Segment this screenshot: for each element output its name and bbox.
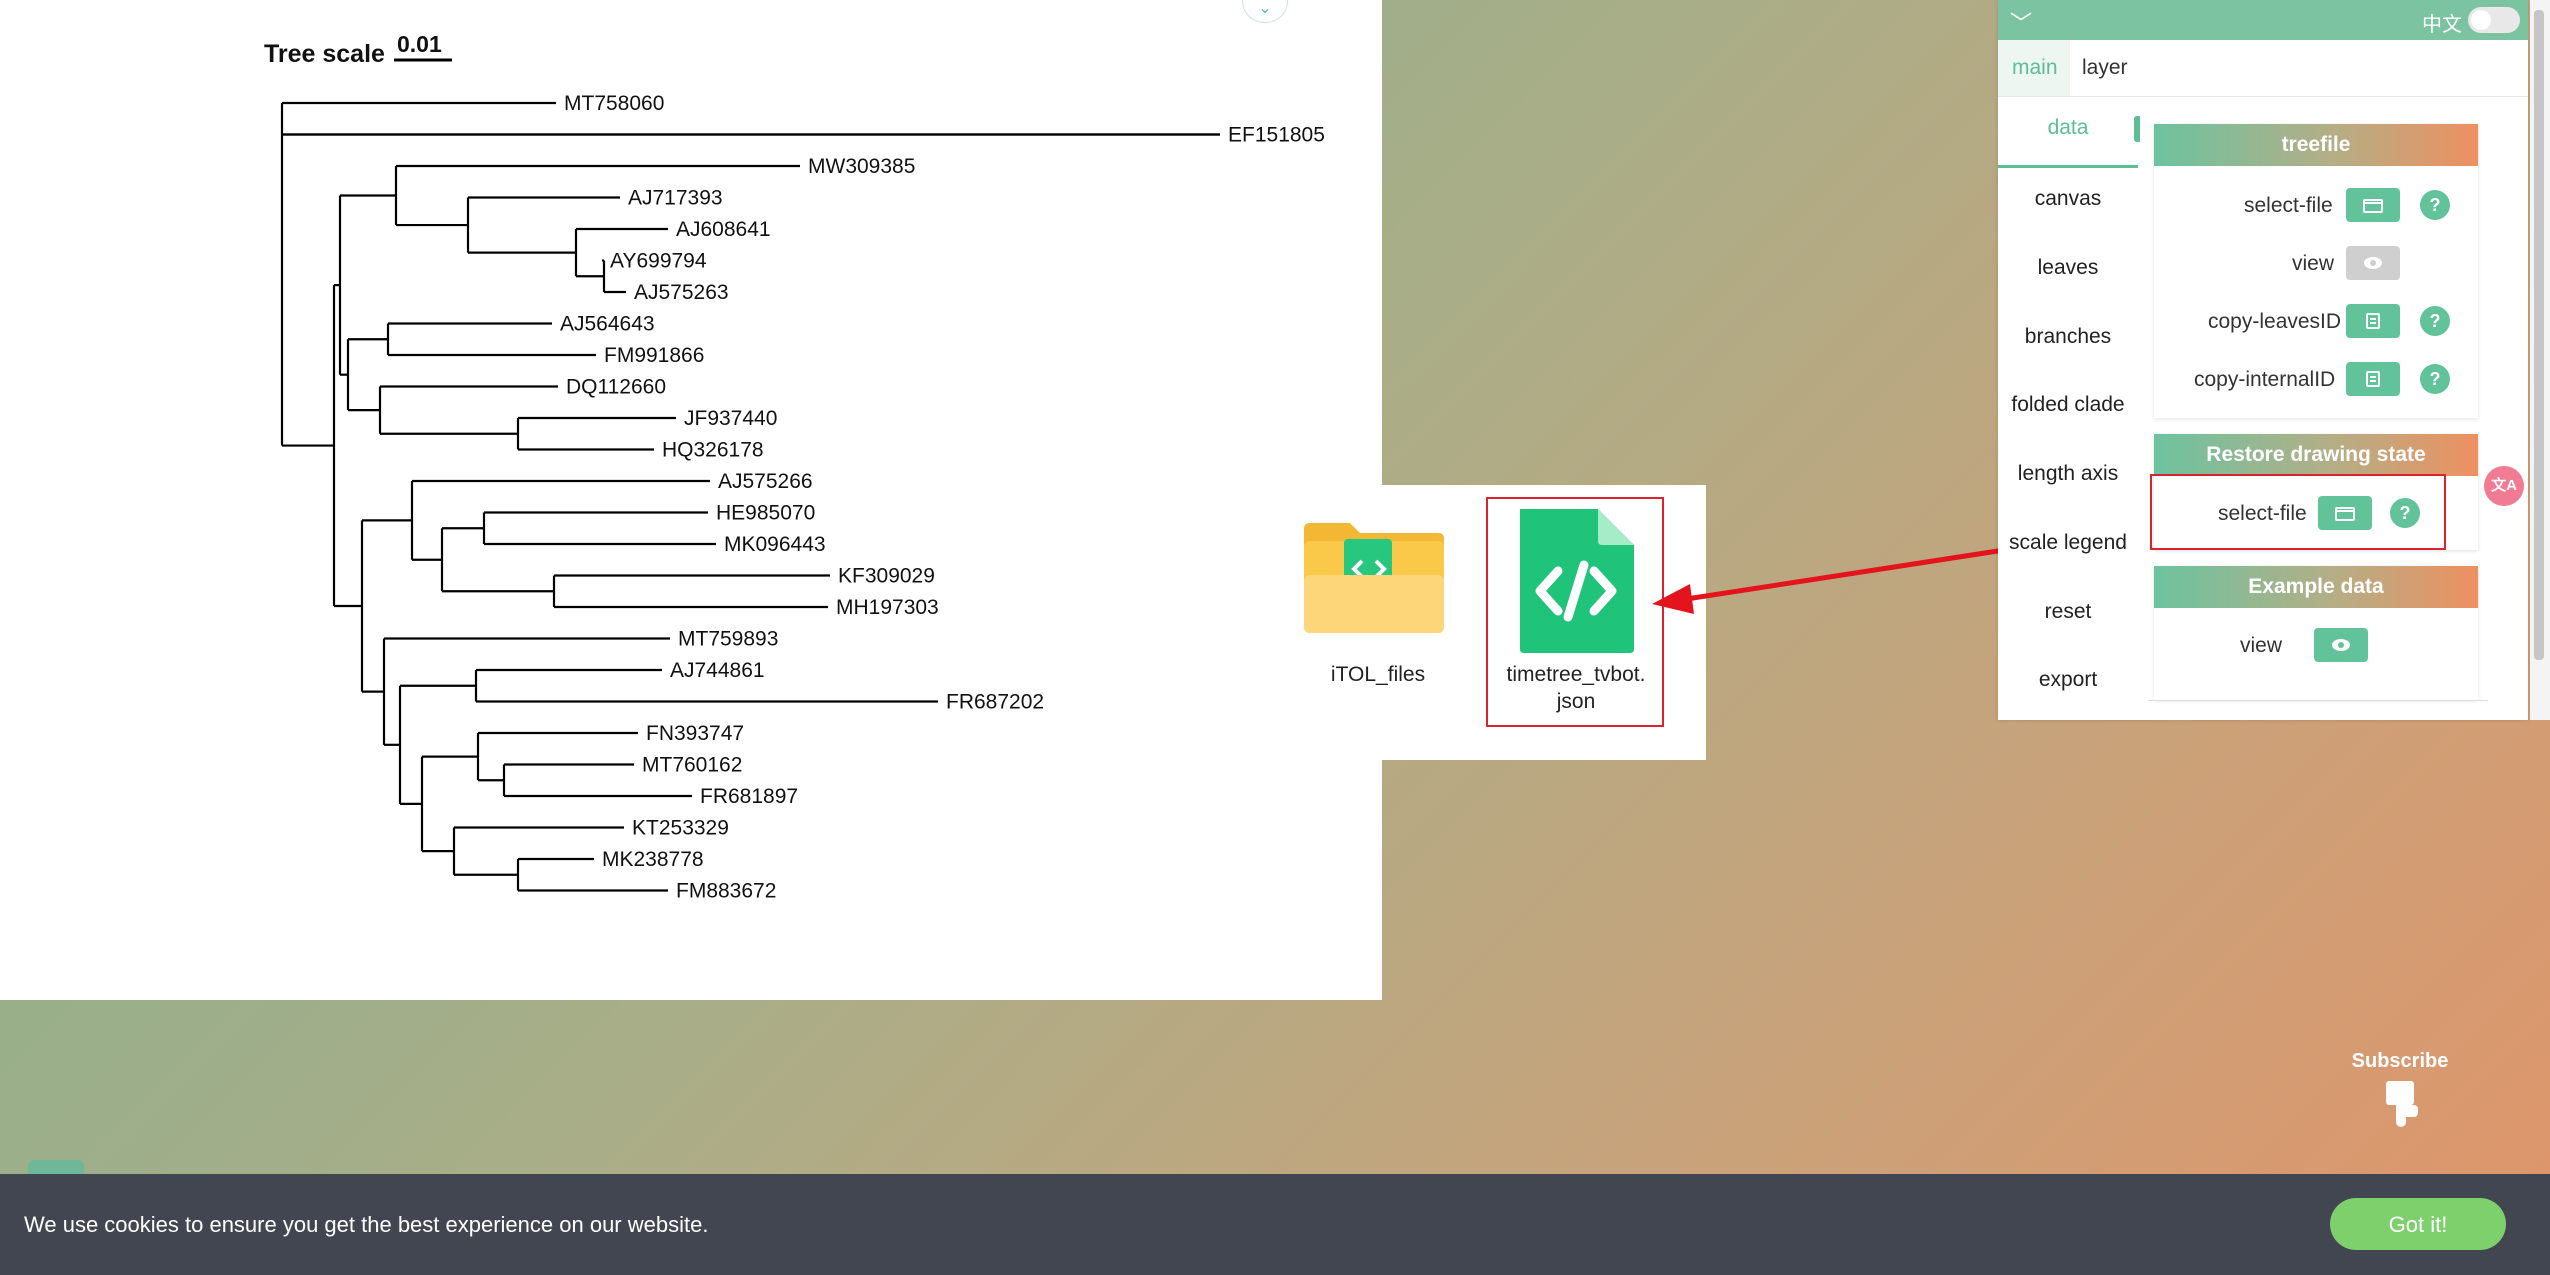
panel-header: ﹀ 中文 bbox=[1998, 0, 2528, 40]
horizontal-scrollbar[interactable] bbox=[2148, 700, 2488, 715]
treefile-select-file-label: select-file bbox=[2244, 194, 2333, 217]
folder-name: iTOL_files bbox=[1330, 663, 1426, 686]
json-file-name-line2: json bbox=[1556, 690, 1596, 713]
tab-main[interactable]: main bbox=[2012, 56, 2058, 80]
example-data-section: Example data view bbox=[2154, 566, 2478, 700]
tree-leaf-label: MK238778 bbox=[602, 848, 704, 871]
tree-scale-title: Tree scale bbox=[264, 40, 385, 68]
tree-leaf-label: FR681897 bbox=[700, 785, 798, 808]
copy-internal-help-icon[interactable]: ? bbox=[2420, 364, 2450, 394]
hand-pointer-icon bbox=[2386, 1081, 2418, 1127]
nav-scale-legend[interactable]: scale legend bbox=[1998, 531, 2138, 555]
nav-export[interactable]: export bbox=[1998, 668, 2138, 692]
nav-branches[interactable]: branches bbox=[1998, 325, 2138, 349]
tree-leaf-label: FM883672 bbox=[676, 880, 776, 903]
tree-leaf-label: AJ744861 bbox=[670, 659, 765, 682]
folder-open-icon bbox=[2363, 199, 2383, 213]
tree-leaf-label: KF309029 bbox=[838, 565, 935, 588]
json-file-name-line1: timetree_tvbot. bbox=[1506, 663, 1646, 686]
tree-leaf-label: MW309385 bbox=[808, 155, 915, 178]
treefile-select-help-icon[interactable]: ? bbox=[2420, 190, 2450, 220]
subscribe-label: Subscribe bbox=[2351, 1050, 2449, 1072]
example-data-title: Example data bbox=[2154, 566, 2478, 608]
example-view-button[interactable] bbox=[2314, 628, 2368, 662]
restore-state-title: Restore drawing state bbox=[2154, 434, 2478, 476]
tree-leaf-label: MH197303 bbox=[836, 596, 939, 619]
example-view-label: view bbox=[2240, 634, 2283, 657]
json-file-item[interactable] bbox=[1506, 505, 1646, 657]
tree-leaf-label: AJ608641 bbox=[676, 218, 771, 241]
copy-icon bbox=[2366, 313, 2380, 329]
subscribe-button[interactable]: Subscribe bbox=[2340, 1050, 2460, 1135]
treefile-title: treefile bbox=[2154, 124, 2478, 166]
tree-leaf-label: AJ564643 bbox=[560, 313, 655, 336]
language-toggle[interactable] bbox=[2468, 7, 2520, 33]
language-label: 中文 bbox=[2422, 14, 2462, 36]
folder-icon bbox=[1304, 523, 1444, 633]
translate-icon[interactable]: 文A bbox=[2484, 466, 2524, 506]
tree-leaf-label: FN393747 bbox=[646, 722, 744, 745]
tree-leaf-label: JF937440 bbox=[684, 407, 777, 430]
tree-leaf-label: AJ575263 bbox=[634, 281, 729, 304]
tree-leaf-label: MK096443 bbox=[724, 533, 826, 556]
nav-scroll-marker bbox=[2134, 116, 2140, 142]
tree-scale-value: 0.01 bbox=[397, 31, 442, 57]
nav-folded-clade[interactable]: folded clade bbox=[1998, 393, 2138, 417]
tree-leaf-label: AY699794 bbox=[610, 250, 707, 273]
tree-leaf-label: MT759893 bbox=[678, 628, 778, 651]
tree-leaf-label: HE985070 bbox=[716, 502, 815, 525]
treefile-section: treefile select-file ? view copy-leavesI… bbox=[2154, 124, 2478, 418]
tree-leaf-label: MT758060 bbox=[564, 92, 664, 115]
panel-scrollbar-thumb[interactable] bbox=[2534, 10, 2544, 660]
json-file-name: timetree_tvbot. json bbox=[1488, 661, 1664, 715]
tree-leaf-label: EF151805 bbox=[1228, 124, 1325, 147]
settings-panel: ﹀ 中文 main layer data canvas leaves branc… bbox=[1998, 0, 2528, 720]
eye-icon bbox=[2332, 639, 2350, 651]
copy-leaves-id-button[interactable] bbox=[2346, 304, 2400, 338]
nav-leaves[interactable]: leaves bbox=[1998, 256, 2138, 280]
tree-leaf-label: FM991866 bbox=[604, 344, 704, 367]
highlight-restore-select bbox=[2150, 474, 2446, 550]
tree-leaf-label: AJ717393 bbox=[628, 187, 723, 210]
treefile-select-file-button[interactable] bbox=[2346, 188, 2400, 222]
tab-layer[interactable]: layer bbox=[2082, 56, 2128, 80]
panel-tabs: main layer bbox=[1998, 40, 2528, 97]
copy-icon bbox=[2366, 371, 2380, 387]
folder-item[interactable] bbox=[1300, 519, 1450, 639]
treefile-view-button[interactable] bbox=[2346, 246, 2400, 280]
copy-internal-id-button[interactable] bbox=[2346, 362, 2400, 396]
copy-leaves-id-label: copy-leavesID bbox=[2208, 310, 2342, 333]
nav-data[interactable]: data bbox=[1998, 116, 2138, 140]
cookie-message: We use cookies to ensure you get the bes… bbox=[24, 1212, 709, 1237]
eye-icon bbox=[2364, 257, 2382, 269]
tree-leaf-label: FR687202 bbox=[946, 691, 1044, 714]
cookie-banner: We use cookies to ensure you get the bes… bbox=[0, 1174, 2550, 1275]
code-file-icon bbox=[1520, 509, 1634, 653]
tree-leaf-label: DQ112660 bbox=[566, 376, 666, 399]
tree-leaf-label: AJ575266 bbox=[718, 470, 813, 493]
nav-canvas[interactable]: canvas bbox=[1998, 187, 2138, 211]
tree-leaf-label: MT760162 bbox=[642, 754, 742, 777]
nav-active-indicator bbox=[1998, 165, 2138, 168]
tree-leaf-label: KT253329 bbox=[632, 817, 729, 840]
cookie-accept-button[interactable]: Got it! bbox=[2330, 1198, 2506, 1250]
nav-reset[interactable]: reset bbox=[1998, 600, 2138, 624]
tree-leaf-label: HQ326178 bbox=[662, 439, 764, 462]
nav-length-axis[interactable]: length axis bbox=[1998, 462, 2138, 486]
panel-collapse-icon[interactable]: ﹀ bbox=[2010, 6, 2032, 38]
copy-internal-id-label: copy-internalID bbox=[2194, 368, 2336, 391]
copy-leaves-help-icon[interactable]: ? bbox=[2420, 306, 2450, 336]
file-explorer: iTOL_files timetree_tvbot. json bbox=[1304, 485, 1706, 760]
treefile-view-label: view bbox=[2292, 252, 2335, 275]
